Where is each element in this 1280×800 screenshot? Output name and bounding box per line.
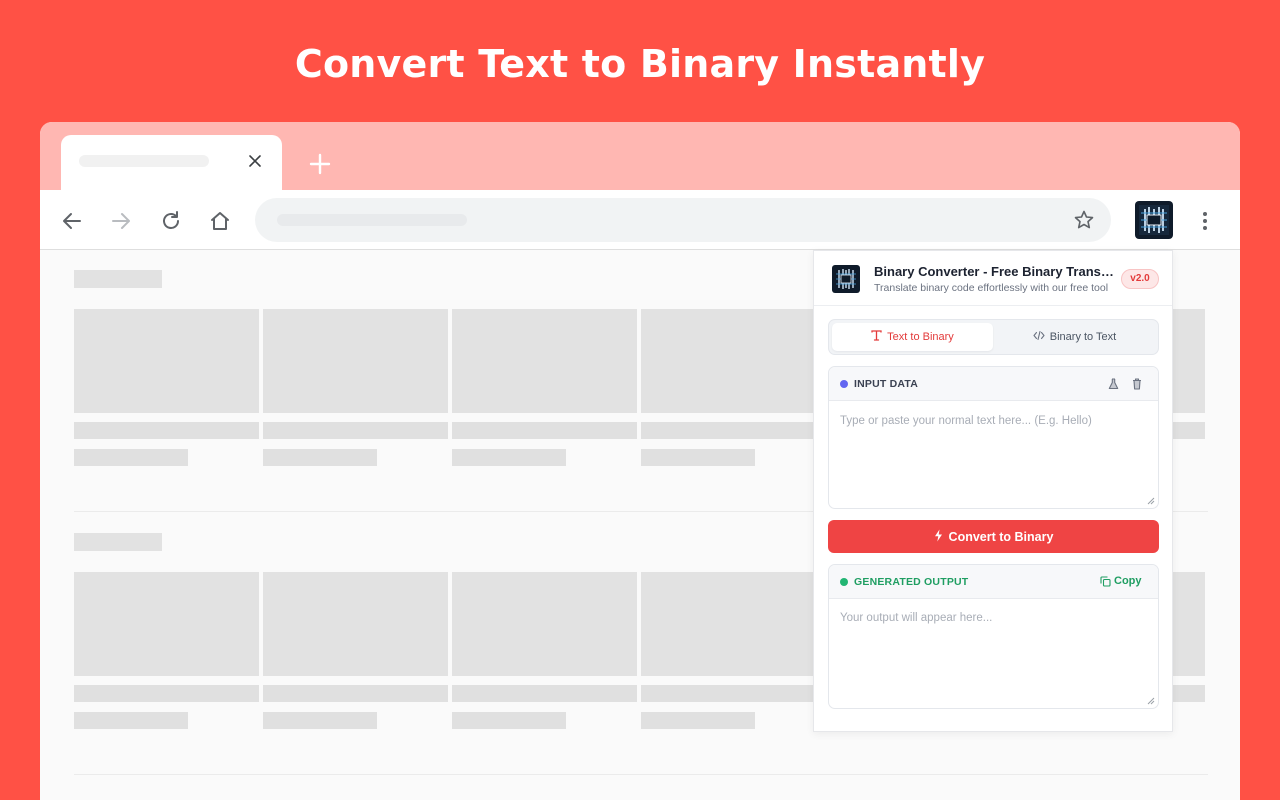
tab-label: Text to Binary bbox=[887, 331, 954, 343]
output-label: GENERATED OUTPUT bbox=[854, 576, 969, 588]
tab-text-to-binary[interactable]: Text to Binary bbox=[832, 323, 993, 351]
reload-icon[interactable] bbox=[157, 207, 185, 235]
skeleton-line bbox=[74, 422, 259, 439]
resize-handle-icon[interactable] bbox=[1147, 697, 1155, 705]
skeleton-line bbox=[74, 685, 259, 702]
text-icon bbox=[871, 330, 882, 344]
extension-popup: Binary Converter - Free Binary Translato… bbox=[813, 250, 1173, 732]
browser-tab[interactable] bbox=[61, 135, 282, 190]
version-badge: v2.0 bbox=[1121, 269, 1159, 289]
address-bar[interactable] bbox=[255, 198, 1111, 242]
bookmark-star-icon[interactable] bbox=[1073, 209, 1095, 231]
browser-window: Binary Converter - Free Binary Translato… bbox=[40, 122, 1240, 800]
skeleton-line bbox=[452, 712, 566, 729]
skeleton-line bbox=[641, 449, 755, 466]
skeleton-line bbox=[641, 685, 826, 702]
output-card: GENERATED OUTPUT Copy Your output will a… bbox=[828, 564, 1159, 709]
skeleton-line bbox=[1173, 685, 1205, 702]
close-icon[interactable] bbox=[243, 149, 267, 173]
back-arrow-icon[interactable] bbox=[58, 207, 86, 235]
copy-icon bbox=[1100, 575, 1111, 587]
page-skeleton: Binary Converter - Free Binary Translato… bbox=[40, 250, 1240, 800]
input-status-dot bbox=[840, 380, 848, 388]
skeleton-line bbox=[641, 712, 755, 729]
extension-title: Binary Converter - Free Binary Translato… bbox=[874, 264, 1114, 279]
skeleton-card bbox=[1173, 572, 1205, 676]
url-placeholder bbox=[277, 214, 467, 226]
skeleton-line bbox=[263, 685, 448, 702]
code-icon bbox=[1033, 330, 1045, 344]
extension-subtitle: Translate binary code effortlessly with … bbox=[874, 282, 1109, 294]
section-divider bbox=[74, 774, 1208, 775]
input-label: INPUT DATA bbox=[854, 378, 919, 390]
skeleton-card bbox=[74, 309, 259, 413]
input-card: INPUT DATA Type or paste your normal tex… bbox=[828, 366, 1159, 509]
skeleton-line bbox=[452, 422, 637, 439]
skeleton-line bbox=[263, 422, 448, 439]
browser-menu-icon[interactable] bbox=[1193, 207, 1217, 235]
skeleton-line bbox=[263, 449, 377, 466]
input-placeholder: Type or paste your normal text here... (… bbox=[840, 415, 1092, 427]
convert-button[interactable]: Convert to Binary bbox=[828, 520, 1159, 553]
skeleton-card bbox=[641, 572, 826, 676]
binary-extension-icon[interactable] bbox=[1135, 201, 1173, 239]
output-card-header: GENERATED OUTPUT Copy bbox=[829, 565, 1158, 599]
skeleton-card bbox=[641, 309, 826, 413]
tab-label: Binary to Text bbox=[1049, 331, 1117, 343]
browser-toolbar bbox=[40, 190, 1240, 250]
input-textarea[interactable]: Type or paste your normal text here... (… bbox=[829, 401, 1158, 508]
output-textarea[interactable]: Your output will appear here... bbox=[829, 599, 1158, 708]
skeleton-card bbox=[452, 572, 637, 676]
flask-icon[interactable] bbox=[1108, 377, 1119, 395]
skeleton-heading bbox=[74, 533, 162, 551]
skeleton-line bbox=[452, 685, 637, 702]
tab-binary-to-text[interactable]: Binary to Text bbox=[994, 323, 1155, 351]
forward-arrow-icon[interactable] bbox=[107, 207, 135, 235]
trash-icon[interactable] bbox=[1132, 377, 1142, 395]
skeleton-heading bbox=[74, 270, 162, 288]
mode-switcher: Text to Binary Binary to Text bbox=[828, 319, 1159, 355]
tab-strip bbox=[40, 122, 1240, 190]
copy-button[interactable]: Copy bbox=[1100, 575, 1142, 587]
tab-title-placeholder bbox=[79, 155, 209, 167]
output-placeholder: Your output will appear here... bbox=[840, 612, 993, 624]
input-card-header: INPUT DATA bbox=[829, 367, 1158, 401]
skeleton-line bbox=[74, 712, 188, 729]
convert-label: Convert to Binary bbox=[948, 529, 1054, 544]
skeleton-card bbox=[452, 309, 637, 413]
bolt-icon bbox=[934, 529, 943, 545]
skeleton-line bbox=[452, 449, 566, 466]
skeleton-card bbox=[1173, 309, 1205, 413]
plus-icon[interactable] bbox=[304, 148, 336, 180]
skeleton-line bbox=[263, 712, 377, 729]
skeleton-line bbox=[1173, 422, 1205, 439]
skeleton-card bbox=[74, 572, 259, 676]
skeleton-card bbox=[263, 572, 448, 676]
extension-logo-icon bbox=[832, 265, 860, 293]
popup-header: Binary Converter - Free Binary Translato… bbox=[814, 251, 1172, 306]
skeleton-card bbox=[263, 309, 448, 413]
promo-headline: Convert Text to Binary Instantly bbox=[294, 42, 986, 86]
skeleton-line bbox=[641, 422, 826, 439]
output-status-dot bbox=[840, 578, 848, 586]
home-icon[interactable] bbox=[206, 207, 234, 235]
copy-label: Copy bbox=[1114, 575, 1142, 587]
skeleton-line bbox=[74, 449, 188, 466]
resize-handle-icon[interactable] bbox=[1147, 497, 1155, 505]
